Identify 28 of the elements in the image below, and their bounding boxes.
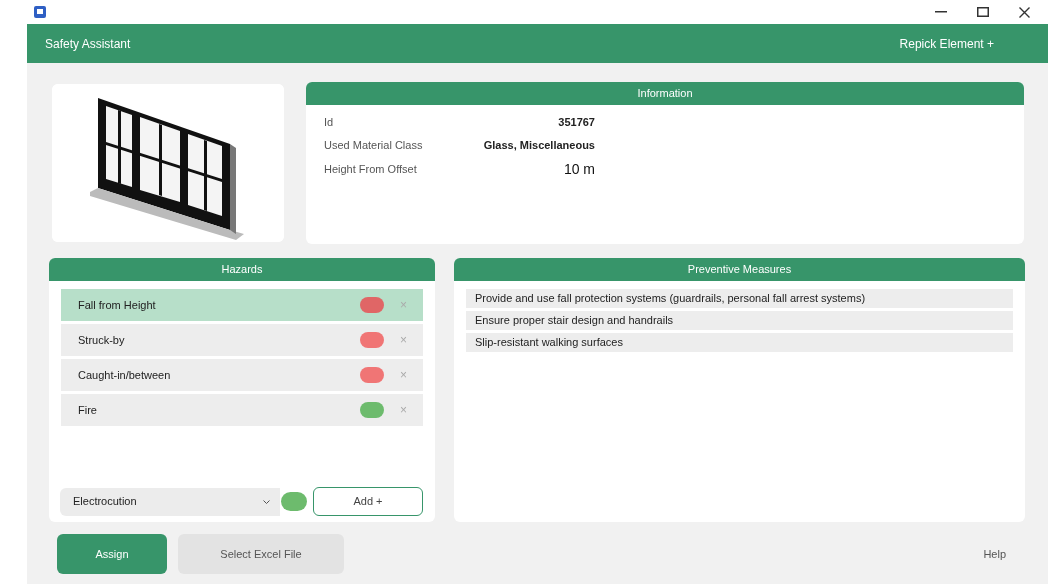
field-value: 10 m — [562, 160, 595, 179]
maximize-icon[interactable] — [977, 7, 989, 17]
field-label: Id — [324, 115, 335, 130]
hazard-row[interactable]: Fall from Height × — [61, 289, 423, 321]
field-value: 351767 — [557, 115, 595, 130]
assign-button[interactable]: Assign — [57, 534, 167, 574]
repick-element-button[interactable]: Repick Element + — [899, 34, 994, 53]
measure-row: Slip-resistant walking surfaces — [466, 333, 1013, 352]
field-label: Used Material Class — [324, 137, 424, 153]
select-excel-file-button[interactable]: Select Excel File — [178, 534, 344, 574]
add-button[interactable]: Add + — [313, 487, 423, 516]
help-link[interactable]: Help — [983, 545, 1006, 563]
app-icon — [34, 6, 46, 18]
field-label: Height From Offset — [324, 162, 418, 178]
hazard-row[interactable]: Caught-in/between × — [61, 359, 423, 391]
app-title: Safety Assistant — [45, 35, 131, 53]
hazard-dropdown[interactable]: Electrocution — [60, 487, 280, 516]
card-header: Preventive Measures — [454, 258, 1025, 281]
card-header: Hazards — [49, 258, 435, 281]
field-value: Glass, Miscellaneous — [482, 137, 595, 153]
hazard-row[interactable]: Struck-by × — [61, 324, 423, 356]
chevron-down-icon — [263, 499, 270, 504]
hazard-row[interactable]: Fire × — [61, 394, 423, 426]
measure-row: Ensure proper stair design and handrails — [466, 311, 1013, 330]
close-icon[interactable] — [1019, 6, 1030, 18]
card-header: Information — [306, 82, 1024, 105]
minimize-icon[interactable] — [935, 11, 947, 13]
measure-row: Provide and use fall protection systems (guardrails, personal fall arrest systems) — [466, 289, 1013, 308]
